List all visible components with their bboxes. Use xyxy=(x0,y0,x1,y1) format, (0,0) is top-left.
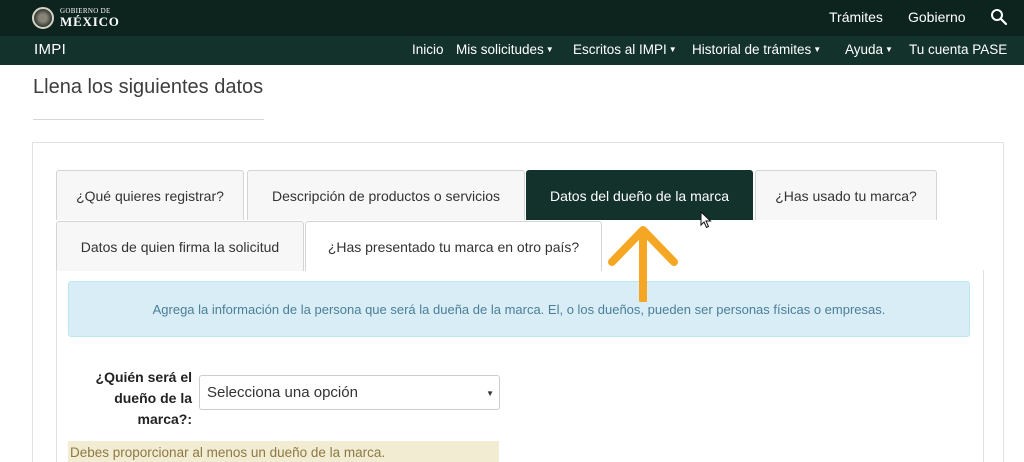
tab-descripcion-productos[interactable]: Descripción de productos o servicios xyxy=(247,170,525,220)
tab-que-quieres-registrar[interactable]: ¿Qué quieres registrar? xyxy=(56,170,244,220)
nav-ayuda-label: Ayuda xyxy=(845,42,884,57)
nav-ayuda[interactable]: Ayuda ▼ xyxy=(845,42,893,57)
caret-down-icon: ▼ xyxy=(545,45,554,54)
nav-mis-solicitudes[interactable]: Mis solicitudes ▼ xyxy=(456,42,554,57)
owner-label: ¿Quién será el dueño de la marca?: xyxy=(95,369,192,427)
tab-datos-quien-firma[interactable]: Datos de quien firma la solicitud xyxy=(56,221,304,271)
tab-presentado-otro-pais[interactable]: ¿Has presentado tu marca en otro país? xyxy=(305,221,602,271)
nav-historial-label: Historial de trámites xyxy=(692,42,812,57)
nav-escritos-label: Escritos al IMPI xyxy=(573,42,667,57)
search-icon[interactable] xyxy=(990,8,1008,26)
tab-datos-dueno[interactable]: Datos del dueño de la marca xyxy=(526,170,753,220)
title-divider xyxy=(33,119,264,120)
nav-inicio[interactable]: Inicio xyxy=(412,42,444,57)
logo-big-text: MÉXICO xyxy=(60,14,120,29)
caret-down-icon: ▼ xyxy=(486,389,494,398)
nav-inicio-label: Inicio xyxy=(412,42,444,57)
caret-down-icon: ▼ xyxy=(885,45,893,54)
nav-cuenta-pase-label: Tu cuenta PASE xyxy=(909,42,1008,57)
owner-select-value: Selecciona una opción xyxy=(207,384,358,401)
government-header: GOBIERNO DE MÉXICO Trámites Gobierno xyxy=(0,0,1024,36)
up-arrow-icon xyxy=(608,226,678,302)
tab-has-usado-marca[interactable]: ¿Has usado tu marca? xyxy=(755,170,937,220)
nav-mis-solicitudes-label: Mis solicitudes xyxy=(456,42,544,57)
owner-select[interactable]: Selecciona una opción ▼ xyxy=(199,375,500,410)
seal-icon xyxy=(32,7,54,29)
tramites-link[interactable]: Trámites xyxy=(829,9,883,25)
mouse-cursor-icon xyxy=(700,211,712,229)
page-title: Llena los siguientes datos xyxy=(33,76,264,98)
info-alert: Agrega la información de la persona que … xyxy=(68,281,970,337)
impi-navbar: IMPI Inicio Mis solicitudes ▼ Escritos al… xyxy=(0,36,1024,65)
impi-brand[interactable]: IMPI xyxy=(34,41,66,58)
validation-warning: Debes proporcionar al menos un dueño de … xyxy=(68,441,499,462)
gobierno-logo[interactable]: GOBIERNO DE MÉXICO xyxy=(32,5,120,31)
gobierno-link[interactable]: Gobierno xyxy=(908,9,966,25)
logo-text: GOBIERNO DE MÉXICO xyxy=(60,8,120,29)
caret-down-icon: ▼ xyxy=(668,45,677,54)
nav-escritos[interactable]: Escritos al IMPI ▼ xyxy=(573,42,677,57)
nav-historial[interactable]: Historial de trámites ▼ xyxy=(692,42,821,57)
nav-cuenta-pase[interactable]: Tu cuenta PASE xyxy=(909,42,1007,57)
caret-down-icon: ▼ xyxy=(813,45,822,54)
